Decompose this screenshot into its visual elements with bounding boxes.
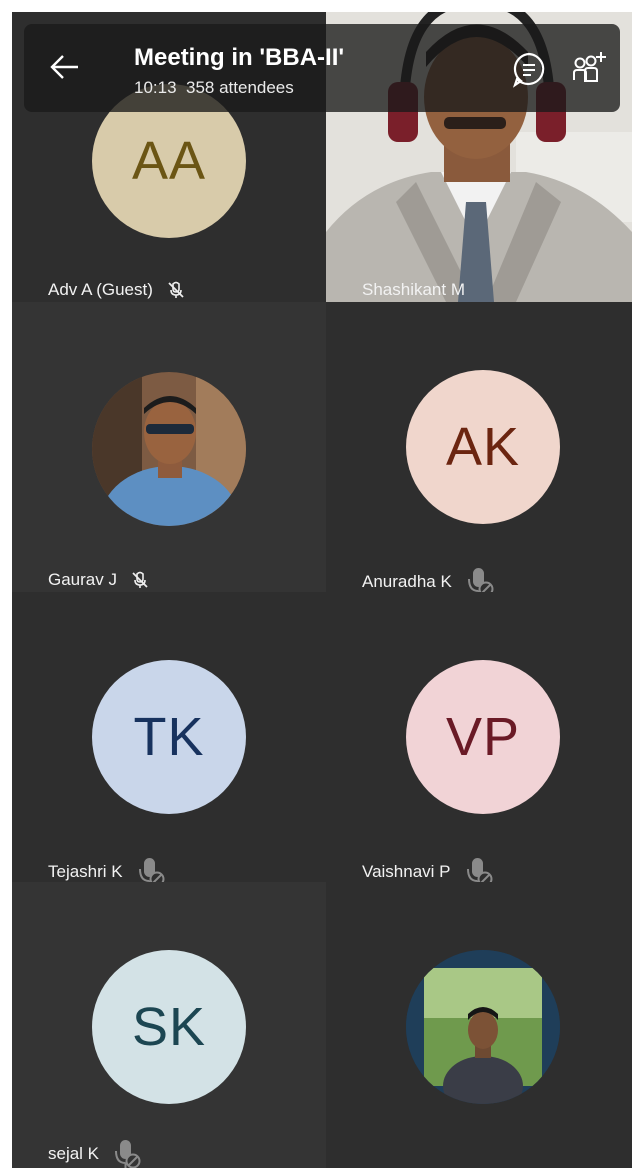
- muted-mic-icon: [132, 571, 148, 588]
- participant-name: Anuradha K: [362, 572, 452, 591]
- mic-off-icon: [115, 1140, 141, 1168]
- participant-name-row: Tejashri K: [48, 856, 167, 882]
- mic-off-icon: [138, 858, 165, 882]
- participant-tile-gaurav[interactable]: Gaurav J: [12, 302, 326, 592]
- profile-photo: [406, 950, 560, 1104]
- participant-name-row: Gaurav J: [48, 570, 149, 590]
- meeting-subtitle: 10:13 358 attendees: [134, 78, 294, 98]
- participant-name: Adv A (Guest): [48, 280, 153, 299]
- meeting-time: 10:13: [134, 78, 177, 97]
- mic-off-icon: [467, 568, 494, 592]
- participant-name: sejal K: [48, 1144, 100, 1163]
- participant-name-row: Vaishnavi P: [362, 856, 495, 882]
- back-arrow-icon[interactable]: [48, 50, 82, 84]
- participant-name: Tejashri K: [48, 862, 123, 881]
- meeting-title: Meeting in 'BBA-II': [134, 44, 345, 71]
- chat-icon[interactable]: [510, 50, 548, 88]
- meeting-screen: AA Adv A (Guest) Shashikant M Gaurav J A…: [12, 12, 632, 1168]
- avatar: TK: [92, 660, 246, 814]
- meeting-header: Meeting in 'BBA-II' 10:13 358 attendees: [24, 24, 620, 112]
- participant-tile-sejal[interactable]: SK sejal K: [12, 882, 326, 1168]
- attendee-count: 358 attendees: [186, 78, 294, 97]
- mic-off-icon: [466, 858, 493, 882]
- participant-tile-anuradha[interactable]: AK Anuradha K: [326, 302, 632, 592]
- participant-tile-vaishnavi[interactable]: VP Vaishnavi P: [326, 592, 632, 882]
- participant-tile-unnamed[interactable]: [326, 882, 632, 1168]
- avatar: SK: [92, 950, 246, 1104]
- participant-name-row: Anuradha K: [362, 566, 496, 592]
- participant-name: Vaishnavi P: [362, 862, 451, 881]
- participant-tile-tejashri[interactable]: TK Tejashri K: [12, 592, 326, 882]
- add-people-icon[interactable]: [570, 50, 608, 88]
- participant-name: Gaurav J: [48, 570, 117, 589]
- muted-mic-icon: [168, 281, 184, 298]
- participant-name-row: Shashikant M: [362, 280, 465, 300]
- avatar: VP: [406, 660, 560, 814]
- participant-name-row: Adv A (Guest): [48, 280, 185, 300]
- avatar: AK: [406, 370, 560, 524]
- participant-name-row: sejal K: [48, 1138, 143, 1168]
- profile-photo: [92, 372, 246, 526]
- participant-name: Shashikant M: [362, 280, 465, 299]
